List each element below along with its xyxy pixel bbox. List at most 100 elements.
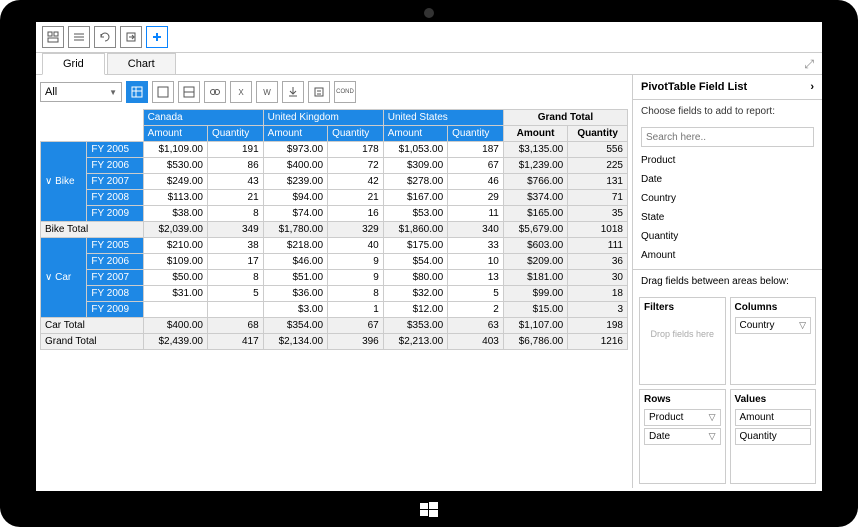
field-item[interactable]: Country [641, 189, 814, 208]
fullscreen-icon[interactable]: ⤢ [804, 57, 814, 72]
amount-header[interactable]: Amount [383, 126, 447, 142]
field-pill[interactable]: Country▽ [735, 317, 812, 334]
values-area[interactable]: Values AmountQuantity [730, 389, 817, 484]
filter-icon[interactable]: ▽ [799, 320, 806, 331]
region-header[interactable]: United Kingdom [263, 110, 383, 126]
qty-cell: 46 [448, 174, 504, 190]
amount-cell: $53.00 [383, 206, 447, 222]
year-cell[interactable]: FY 2007 [87, 174, 143, 190]
view1-icon[interactable] [126, 81, 148, 103]
amount-cell: $94.00 [263, 190, 327, 206]
filter-icon[interactable]: ▽ [709, 431, 716, 442]
view3-icon[interactable] [178, 81, 200, 103]
view-tabs: Grid Chart ⤢ [36, 53, 822, 75]
pdf-icon[interactable] [282, 81, 304, 103]
year-cell[interactable]: FY 2009 [87, 206, 143, 222]
gt-qty-cell: 71 [568, 190, 628, 206]
field-item[interactable]: State [641, 208, 814, 227]
gt-amount-cell: $603.00 [503, 238, 567, 254]
gt-amount-header: Amount [503, 126, 567, 142]
qty-cell: 2 [448, 302, 504, 318]
field-list: ProductDateCountryStateQuantityAmount [633, 151, 822, 265]
chevron-right-icon[interactable]: › [810, 81, 814, 93]
table-row: FY 2009$3.001$12.002$15.003 [41, 302, 628, 318]
cond-icon[interactable]: COND [334, 81, 356, 103]
field-item[interactable]: Date [641, 170, 814, 189]
qty-cell: 1 [328, 302, 384, 318]
gt-amount-cell: $99.00 [503, 286, 567, 302]
field-pill[interactable]: Date▽ [644, 428, 721, 445]
view2-icon[interactable] [152, 81, 174, 103]
field-pill[interactable]: Quantity [735, 428, 812, 445]
group-header[interactable]: ∨ Car [41, 238, 87, 318]
amount-cell: $32.00 [383, 286, 447, 302]
field-list-panel: PivotTable Field List › Choose fields to… [632, 75, 822, 488]
tab-chart[interactable]: Chart [107, 53, 176, 74]
csv-icon[interactable] [308, 81, 330, 103]
filter-icon[interactable]: ▽ [709, 412, 716, 423]
list-icon[interactable] [68, 26, 90, 48]
gt-qty-cell: 131 [568, 174, 628, 190]
field-item[interactable]: Amount [641, 246, 814, 265]
excel-icon[interactable]: X [230, 81, 252, 103]
filters-area[interactable]: Filters Drop fields here [639, 297, 726, 385]
add-icon[interactable] [146, 26, 168, 48]
qty-cell: 5 [207, 286, 263, 302]
rows-area[interactable]: Rows Product▽Date▽ [639, 389, 726, 484]
amount-cell: $109.00 [143, 254, 207, 270]
grid-layout-icon[interactable] [42, 26, 64, 48]
grand-total-header: Grand Total [503, 110, 627, 126]
qty-cell: 191 [207, 142, 263, 158]
qty-cell: 9 [328, 270, 384, 286]
table-row: FY 2006$530.0086$400.0072$309.0067$1,239… [41, 158, 628, 174]
amount-cell: $530.00 [143, 158, 207, 174]
field-pill[interactable]: Product▽ [644, 409, 721, 426]
qty-header[interactable]: Quantity [207, 126, 263, 142]
gt-qty-cell: 36 [568, 254, 628, 270]
amount-cell: $218.00 [263, 238, 327, 254]
export-icon[interactable] [120, 26, 142, 48]
qty-header[interactable]: Quantity [328, 126, 384, 142]
gt-qty-cell: 30 [568, 270, 628, 286]
field-item[interactable]: Product [641, 151, 814, 170]
qty-cell: 8 [328, 286, 384, 302]
gt-amount-cell: $766.00 [503, 174, 567, 190]
tab-grid[interactable]: Grid [42, 53, 105, 75]
amount-header[interactable]: Amount [143, 126, 207, 142]
amount-cell: $54.00 [383, 254, 447, 270]
field-list-title: PivotTable Field List [641, 81, 747, 93]
qty-cell: 13 [448, 270, 504, 286]
year-cell[interactable]: FY 2005 [87, 238, 143, 254]
year-cell[interactable]: FY 2005 [87, 142, 143, 158]
year-cell[interactable]: FY 2009 [87, 302, 143, 318]
word-icon[interactable]: W [256, 81, 278, 103]
link-icon[interactable] [204, 81, 226, 103]
amount-cell: $51.00 [263, 270, 327, 286]
columns-area[interactable]: Columns Country▽ [730, 297, 817, 385]
refresh-icon[interactable] [94, 26, 116, 48]
amount-header[interactable]: Amount [263, 126, 327, 142]
windows-button[interactable] [420, 501, 438, 519]
year-cell[interactable]: FY 2006 [87, 158, 143, 174]
amount-cell: $50.00 [143, 270, 207, 286]
gt-amount-cell: $374.00 [503, 190, 567, 206]
filter-dropdown[interactable]: All ▼ [40, 82, 122, 102]
qty-cell: 21 [207, 190, 263, 206]
region-header[interactable]: United States [383, 110, 503, 126]
search-input[interactable] [641, 127, 814, 147]
group-header[interactable]: ∨ Bike [41, 142, 87, 222]
amount-cell: $1,053.00 [383, 142, 447, 158]
year-cell[interactable]: FY 2007 [87, 270, 143, 286]
field-pill[interactable]: Amount [735, 409, 812, 426]
year-cell[interactable]: FY 2008 [87, 286, 143, 302]
gt-amount-cell: $181.00 [503, 270, 567, 286]
table-row: ∨ CarFY 2005$210.0038$218.0040$175.0033$… [41, 238, 628, 254]
qty-cell: 8 [207, 206, 263, 222]
year-cell[interactable]: FY 2006 [87, 254, 143, 270]
qty-cell: 38 [207, 238, 263, 254]
region-header[interactable]: Canada [143, 110, 263, 126]
qty-header[interactable]: Quantity [448, 126, 504, 142]
field-item[interactable]: Quantity [641, 227, 814, 246]
year-cell[interactable]: FY 2008 [87, 190, 143, 206]
field-list-header: PivotTable Field List › [633, 75, 822, 100]
